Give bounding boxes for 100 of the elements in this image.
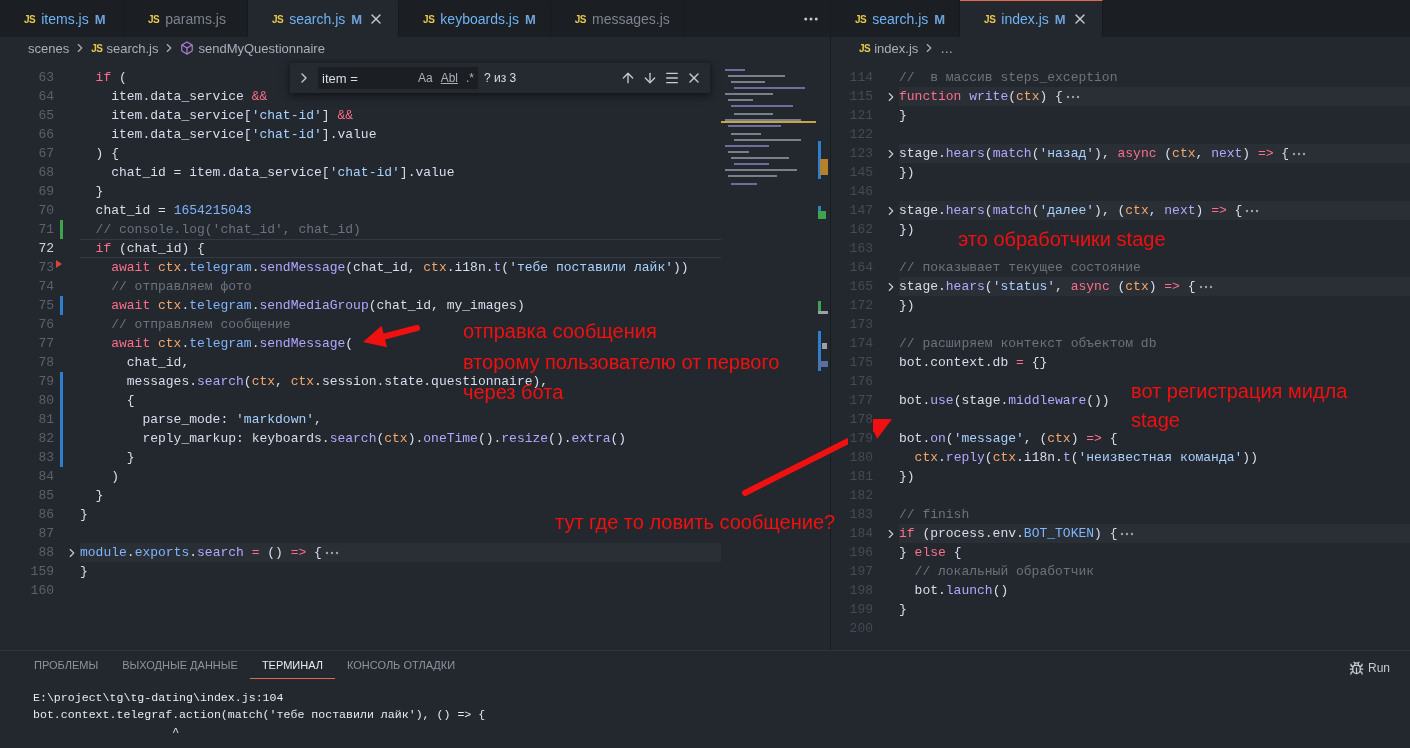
panel-tab[interactable]: ПРОБЛЕМЫ bbox=[22, 651, 111, 679]
code-line: stage.hears(match('назад'), async (ctx, next) => { bbox=[899, 146, 1290, 161]
code-line: // отправляем сообщение bbox=[110, 317, 291, 332]
ellipsis-icon[interactable] bbox=[1245, 208, 1260, 213]
code-line: if ( bbox=[94, 70, 127, 85]
change-marker bbox=[59, 220, 63, 239]
file-type-icon: JS bbox=[984, 13, 996, 25]
tab-label: search.js bbox=[289, 11, 346, 27]
terminal-line: bot.context.telegraf.action(match('тебе поставили лайк'), () => { bbox=[33, 707, 487, 723]
file-type-icon: JS bbox=[859, 42, 871, 54]
annotation: вот регистрация мидла bbox=[1131, 380, 1348, 403]
code-line: }) bbox=[899, 165, 915, 180]
code-line: } bbox=[94, 488, 104, 503]
code-line: bot.launch() bbox=[913, 583, 1009, 598]
annotation: stage bbox=[1131, 409, 1180, 432]
ellipsis-icon[interactable] bbox=[1120, 531, 1135, 536]
code-line: } bbox=[899, 108, 907, 123]
code-line: item.data_service && bbox=[110, 89, 268, 104]
code-line: await ctx.telegram.sendMessage(chat_id, ctx.i18n.t('тебе поставили лайк')) bbox=[110, 260, 689, 275]
code-line: bot.use(stage.middleware()) bbox=[899, 393, 1110, 408]
code-line: } bbox=[125, 450, 135, 465]
tab-label: keyboards.js bbox=[440, 11, 519, 27]
code-line: item.data_service['chat-id'] && bbox=[110, 108, 354, 123]
file-type-icon: JS bbox=[148, 13, 160, 25]
breadcrumb-item[interactable]: sendMyQuestionnaire bbox=[198, 40, 325, 56]
annotation: тут где то ловить сообщение? bbox=[555, 511, 836, 534]
code-line: // console.log('chat_id', chat_id) bbox=[94, 222, 361, 237]
tab-label: search.js bbox=[872, 11, 929, 27]
breadcrumb-item[interactable]: scenes bbox=[28, 40, 70, 56]
find-input[interactable]: item = Aa Abl .* bbox=[318, 67, 478, 89]
code-line: // отправляем фото bbox=[110, 279, 252, 294]
code-line: }) bbox=[899, 469, 915, 484]
deleted-marker-icon bbox=[56, 260, 62, 268]
code-line: module.exports.search = () => { bbox=[80, 545, 322, 560]
menu-icon[interactable] bbox=[664, 70, 680, 86]
cube-icon bbox=[180, 41, 195, 55]
breadcrumb-item[interactable]: … bbox=[940, 40, 954, 56]
code-line: parse_mode: 'markdown', bbox=[141, 412, 322, 427]
code-line: } bbox=[94, 184, 104, 199]
breadcrumb-item[interactable]: search.js bbox=[106, 40, 159, 56]
panel-tab[interactable]: ТЕРМИНАЛ bbox=[249, 651, 335, 679]
file-type-icon: JS bbox=[574, 13, 586, 25]
tab-label: index.js bbox=[1001, 11, 1049, 27]
file-type-icon: JS bbox=[24, 13, 36, 25]
panel-tab[interactable]: КОНСОЛЬ ОТЛАДКИ bbox=[334, 651, 468, 679]
bug-icon bbox=[1349, 660, 1364, 676]
file-type-icon: JS bbox=[272, 13, 284, 25]
annotation: второму пользователю от первого bbox=[463, 351, 780, 374]
arrow-down-icon[interactable] bbox=[642, 70, 658, 86]
code-line: stage.hears('status', async (ctx) => { bbox=[899, 279, 1196, 294]
panel-tab[interactable]: ВЫХОДНЫЕ ДАННЫЕ bbox=[110, 651, 250, 679]
terminal-line: ^ bbox=[171, 724, 181, 740]
code-line: reply_markup: keyboards.search(ctx).oneTime().resize().extra() bbox=[141, 431, 627, 446]
file-type-icon: JS bbox=[855, 13, 867, 25]
code-line: // локальный обработчик bbox=[913, 564, 1095, 579]
editor-tab[interactable]: JS search.js M bbox=[248, 0, 400, 37]
code-line: } else { bbox=[899, 545, 962, 560]
code-line: // расширяем контекст объектом db bbox=[899, 336, 1157, 351]
code-line: { bbox=[125, 393, 135, 408]
ellipsis-icon[interactable] bbox=[1198, 284, 1213, 289]
match-count: ? из 3 bbox=[484, 71, 517, 85]
editor-tab[interactable]: JS index.js M bbox=[960, 0, 1103, 37]
change-marker bbox=[59, 296, 63, 315]
tab-label: messages.js bbox=[592, 11, 670, 27]
code-line: chat_id, bbox=[125, 355, 190, 370]
code-line: await ctx.telegram.sendMessage( bbox=[110, 336, 354, 351]
status-letter: M bbox=[94, 11, 106, 27]
ellipsis-icon[interactable] bbox=[1292, 151, 1307, 156]
run-button[interactable]: Run bbox=[1349, 651, 1390, 685]
tab-label: items.js bbox=[41, 11, 89, 27]
find-option-toggle[interactable]: Abl bbox=[440, 71, 458, 85]
arrow-up-icon[interactable] bbox=[620, 70, 636, 86]
find-option-toggle[interactable]: .* bbox=[466, 71, 474, 85]
code-line: // finish bbox=[899, 507, 970, 522]
tab-label: params.js bbox=[165, 11, 226, 27]
annotation: это обработчики stage bbox=[958, 228, 1166, 251]
annotation: отправка сообщения bbox=[463, 320, 657, 343]
code-line: }) bbox=[899, 222, 915, 237]
status-letter: M bbox=[1054, 11, 1066, 27]
ellipsis-icon[interactable] bbox=[324, 550, 339, 555]
status-letter: M bbox=[934, 11, 946, 27]
code-line: function write(ctx) { bbox=[899, 89, 1063, 104]
code-line: chat_id = 1654215043 bbox=[94, 203, 252, 218]
code-line: } bbox=[80, 507, 88, 522]
code-line: // показывает текущее состояние bbox=[899, 260, 1141, 275]
code-line: item.data_service['chat-id'].value bbox=[110, 127, 377, 142]
find-option-toggle[interactable]: Aa bbox=[417, 71, 433, 85]
code-line: await ctx.telegram.sendMediaGroup(chat_id, my_images) bbox=[110, 298, 525, 313]
status-letter: M bbox=[524, 11, 536, 27]
code-line: ctx.reply(ctx.i18n.t('неизвестная команда')) bbox=[913, 450, 1258, 465]
code-line: ) bbox=[110, 469, 119, 484]
code-line: } bbox=[80, 564, 88, 579]
ellipsis-icon[interactable] bbox=[1065, 94, 1080, 99]
code-line: if (process.env.BOT_TOKEN) { bbox=[899, 526, 1118, 541]
code-line: ) { bbox=[94, 146, 119, 161]
breadcrumb-item[interactable]: index.js bbox=[874, 40, 919, 56]
code-line: } bbox=[899, 602, 907, 617]
status-letter: M bbox=[351, 11, 363, 27]
code-line: bot.on('message', (ctx) => { bbox=[899, 431, 1118, 446]
code-line: chat_id = item.data_service['chat-id'].value bbox=[110, 165, 455, 180]
